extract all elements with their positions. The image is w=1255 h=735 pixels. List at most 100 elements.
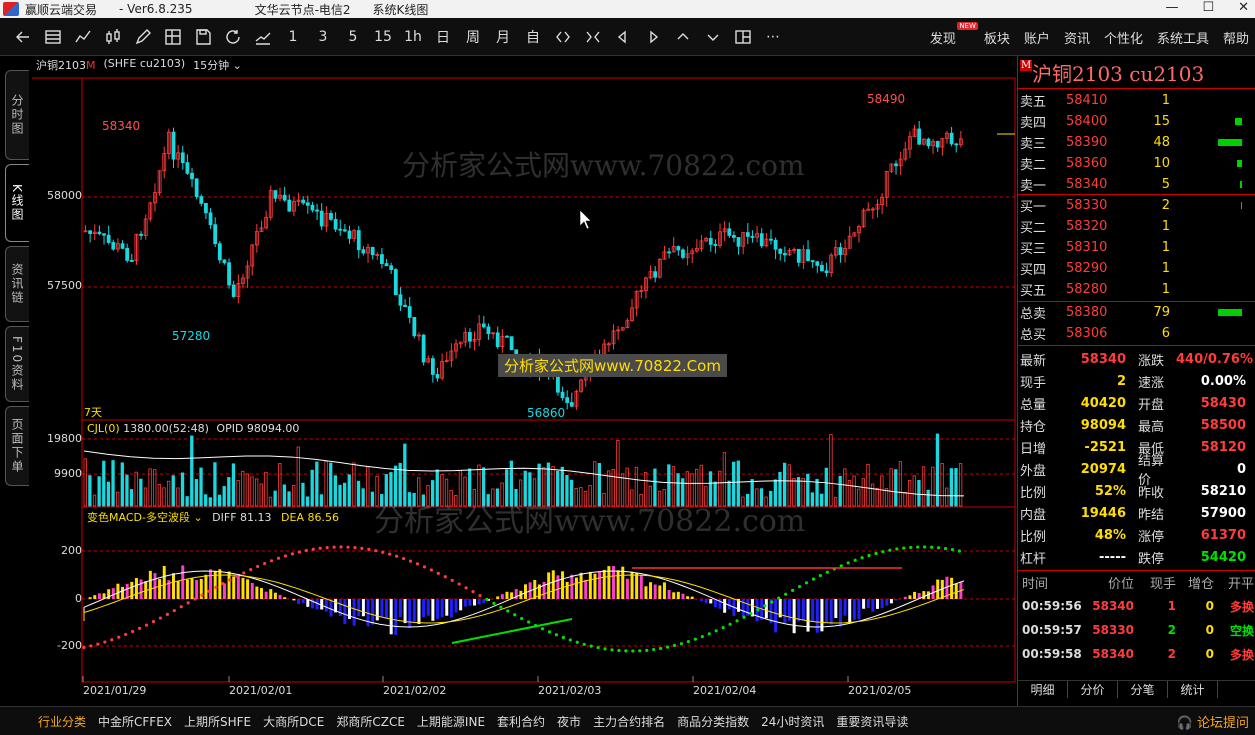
bid-row[interactable]: 买一 58330 2 bbox=[1018, 195, 1255, 216]
ask-row[interactable]: 卖四 58400 15 bbox=[1018, 111, 1255, 132]
left-arrow-icon[interactable] bbox=[608, 22, 638, 52]
volume-bar bbox=[815, 478, 819, 507]
period-3m-button[interactable]: 3 bbox=[308, 22, 338, 52]
bottom-item-czce[interactable]: 郑商所CZCE bbox=[330, 713, 411, 730]
candle bbox=[949, 132, 954, 145]
table-icon[interactable] bbox=[38, 22, 68, 52]
maximize-icon[interactable]: ☐ bbox=[1202, 0, 1214, 15]
bottom-item-ine[interactable]: 上期能源INE bbox=[411, 713, 491, 730]
grid-icon[interactable] bbox=[158, 22, 188, 52]
tab-timeshare[interactable]: 分时图 bbox=[5, 70, 29, 160]
bottom-item-ranking[interactable]: 主力合约排名 bbox=[587, 713, 671, 730]
tab-f10[interactable]: F10资料 bbox=[5, 326, 29, 402]
right-arrow-icon[interactable] bbox=[638, 22, 668, 52]
zoom-out-icon[interactable] bbox=[578, 22, 608, 52]
refresh-icon[interactable] bbox=[218, 22, 248, 52]
bottom-item-guide[interactable]: 重要资讯导读 bbox=[830, 713, 914, 730]
price-tick-57500: 57500 bbox=[47, 279, 82, 292]
tab-price[interactable]: 分价 bbox=[1068, 681, 1118, 698]
wave-dot bbox=[89, 644, 93, 648]
app-logo-icon bbox=[3, 2, 19, 16]
menu-news[interactable]: 资讯 bbox=[1064, 28, 1090, 47]
tab-detail[interactable]: 明细 bbox=[1018, 681, 1068, 698]
trend-icon[interactable] bbox=[248, 22, 278, 52]
candle bbox=[329, 213, 333, 220]
tab-news-chain[interactable]: 资讯链 bbox=[5, 246, 29, 322]
save-icon[interactable] bbox=[188, 22, 218, 52]
bottom-item-dce[interactable]: 大商所DCE bbox=[257, 713, 330, 730]
wave-dot bbox=[450, 578, 454, 582]
bottom-item-index[interactable]: 商品分类指数 bbox=[671, 713, 755, 730]
total-row[interactable]: 总买 58306 6 bbox=[1018, 323, 1255, 344]
candle bbox=[412, 316, 417, 337]
tab-stats[interactable]: 统计 bbox=[1168, 681, 1218, 698]
candle bbox=[732, 235, 736, 238]
volume-bar bbox=[241, 470, 245, 507]
line-chart-icon[interactable] bbox=[68, 22, 98, 52]
candle bbox=[301, 199, 306, 204]
minimize-icon[interactable]: — bbox=[1165, 0, 1178, 15]
candle bbox=[319, 210, 324, 227]
ask-row[interactable]: 卖五 58410 1 bbox=[1018, 90, 1255, 111]
close-icon[interactable]: ✕ bbox=[1238, 0, 1249, 15]
back-icon[interactable] bbox=[8, 22, 38, 52]
more-icon[interactable]: ⋯ bbox=[758, 22, 788, 52]
candle bbox=[713, 243, 718, 246]
layout-icon[interactable] bbox=[728, 22, 758, 52]
bottom-item-industry[interactable]: 行业分类 bbox=[32, 713, 92, 730]
tick-row[interactable]: 00:59:57 58330 2 0 空换 bbox=[1018, 618, 1255, 642]
volume-bar bbox=[292, 485, 296, 507]
wave-dot bbox=[742, 615, 746, 619]
tab-trades[interactable]: 分笔 bbox=[1118, 681, 1168, 698]
bottom-item-night[interactable]: 夜市 bbox=[551, 713, 587, 730]
bottom-item-arbitrage[interactable]: 套利合约 bbox=[491, 713, 551, 730]
ask-row[interactable]: 卖二 58360 10 bbox=[1018, 153, 1255, 174]
wave-dot bbox=[207, 589, 211, 593]
menu-help[interactable]: 帮助 bbox=[1223, 28, 1249, 47]
period-1m-button[interactable]: 1 bbox=[278, 22, 308, 52]
wave-dot bbox=[158, 616, 163, 620]
candle-icon[interactable] bbox=[98, 22, 128, 52]
kline-chart[interactable]: 沪铜2103M (SHFE cu2103) 15分钟 ⌄ 分析家公式网www.7… bbox=[32, 56, 1017, 706]
period-month-button[interactable]: 月 bbox=[488, 22, 518, 52]
forum-button[interactable]: 🎧 论坛提问 bbox=[1177, 712, 1249, 731]
period-15m-button[interactable]: 15 bbox=[368, 22, 398, 52]
wave-dot bbox=[804, 581, 809, 585]
up-arrow-icon[interactable] bbox=[668, 22, 698, 52]
candle bbox=[227, 262, 231, 286]
bottom-item-cffex[interactable]: 中金所CFFEX bbox=[92, 713, 178, 730]
ask-row[interactable]: 卖一 58340 5 bbox=[1018, 174, 1255, 195]
total-row[interactable]: 总卖 58380 79 bbox=[1018, 302, 1255, 323]
menu-system-tools[interactable]: 系统工具 bbox=[1157, 28, 1209, 47]
period-selector[interactable]: 15分钟 ⌄ bbox=[193, 57, 242, 73]
wave-dot bbox=[909, 545, 913, 550]
wave-dot bbox=[853, 558, 857, 562]
tab-page-order[interactable]: 页面下单 bbox=[5, 406, 29, 486]
bottom-item-24h[interactable]: 24小时资讯 bbox=[755, 713, 830, 730]
menu-personalize[interactable]: 个性化 bbox=[1104, 28, 1143, 47]
pen-icon[interactable] bbox=[128, 22, 158, 52]
menu-account[interactable]: 账户 bbox=[1024, 28, 1050, 47]
period-5m-button[interactable]: 5 bbox=[338, 22, 368, 52]
bid-row[interactable]: 买三 58310 1 bbox=[1018, 237, 1255, 258]
wave-dot bbox=[645, 648, 649, 652]
down-arrow-icon[interactable] bbox=[698, 22, 728, 52]
period-1h-button[interactable]: 1h bbox=[398, 22, 428, 52]
app-version: - Ver6.8.235 bbox=[119, 2, 193, 16]
tick-row[interactable]: 00:59:56 58340 1 0 多换 bbox=[1018, 594, 1255, 618]
bid-row[interactable]: 买五 58280 1 bbox=[1018, 279, 1255, 300]
menu-discover[interactable]: 发现 NEW bbox=[930, 21, 978, 47]
bid-row[interactable]: 买二 58320 1 bbox=[1018, 216, 1255, 237]
ask-row[interactable]: 卖三 58390 48 bbox=[1018, 132, 1255, 153]
bid-row[interactable]: 买四 58290 1 bbox=[1018, 258, 1255, 279]
bottom-item-shfe[interactable]: 上期所SHFE bbox=[178, 713, 257, 730]
volume-bar bbox=[88, 475, 92, 507]
tab-kline[interactable]: K线图 bbox=[5, 164, 29, 242]
volume-bar bbox=[287, 491, 291, 507]
zoom-in-icon[interactable] bbox=[548, 22, 578, 52]
menu-sector[interactable]: 板块 bbox=[984, 28, 1010, 47]
period-day-button[interactable]: 日 bbox=[428, 22, 458, 52]
period-custom-button[interactable]: 自 bbox=[518, 22, 548, 52]
period-week-button[interactable]: 周 bbox=[458, 22, 488, 52]
tick-row[interactable]: 00:59:58 58340 2 0 多换 bbox=[1018, 642, 1255, 666]
